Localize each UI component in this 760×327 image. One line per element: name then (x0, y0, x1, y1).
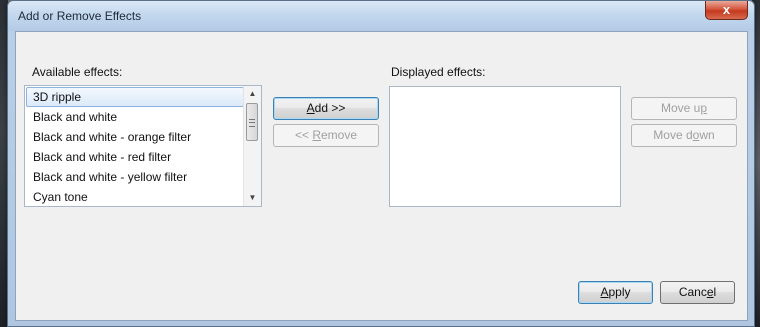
scroll-down-icon[interactable]: ▼ (244, 190, 261, 206)
grip-icon (249, 119, 255, 127)
cancel-label-post: l (713, 285, 717, 299)
list-item[interactable]: Black and white (26, 107, 244, 127)
remove-button-mnemonic: R (312, 128, 321, 142)
close-button[interactable]: x (705, 1, 748, 20)
available-effects-label: Available effects: (32, 65, 123, 79)
remove-button[interactable]: << Remove (273, 124, 379, 147)
available-effects-scrollbar[interactable]: ▲ ▼ (243, 86, 261, 206)
close-icon: x (722, 2, 731, 17)
available-effects-items: 3D ripple Black and white Black and white … (26, 87, 244, 206)
apply-button[interactable]: Apply (578, 281, 653, 304)
add-button-mnemonic: A (306, 101, 315, 115)
cancel-mnemonic: e (706, 285, 714, 299)
cancel-label-pre: Canc (678, 285, 707, 299)
move-down-button[interactable]: Move down (631, 124, 737, 147)
scroll-up-icon[interactable]: ▲ (244, 86, 261, 102)
move-up-mnemonic: p (700, 101, 708, 115)
apply-mnemonic: A (600, 285, 609, 299)
apply-label-post: pply (608, 285, 631, 299)
add-button[interactable]: Add >> (273, 97, 379, 120)
list-item[interactable]: Black and white - yellow filter (26, 167, 244, 187)
cancel-button[interactable]: Cancel (660, 281, 735, 304)
move-down-label-pre: Move d (653, 128, 693, 142)
add-button-label-post: dd >> (314, 101, 346, 115)
remove-button-label-pre: << (294, 128, 313, 142)
available-effects-list[interactable]: 3D ripple Black and white Black and white … (24, 85, 262, 207)
move-down-label-post: wn (699, 128, 715, 142)
list-item[interactable]: Black and white - orange filter (26, 127, 244, 147)
title-bar[interactable]: Add or Remove Effects x (8, 1, 754, 31)
displayed-effects-list[interactable] (389, 86, 621, 207)
remove-button-label-post: emove (321, 128, 358, 142)
list-item[interactable]: Black and white - red filter (26, 147, 244, 167)
move-up-label-pre: Move u (660, 101, 701, 115)
list-item[interactable]: Cyan tone (26, 187, 244, 206)
window-title: Add or Remove Effects (18, 9, 142, 23)
displayed-effects-label: Displayed effects: (391, 65, 486, 79)
scrollbar-thumb[interactable] (246, 103, 258, 141)
list-item[interactable]: 3D ripple (26, 87, 244, 107)
move-up-button[interactable]: Move up (631, 97, 737, 120)
